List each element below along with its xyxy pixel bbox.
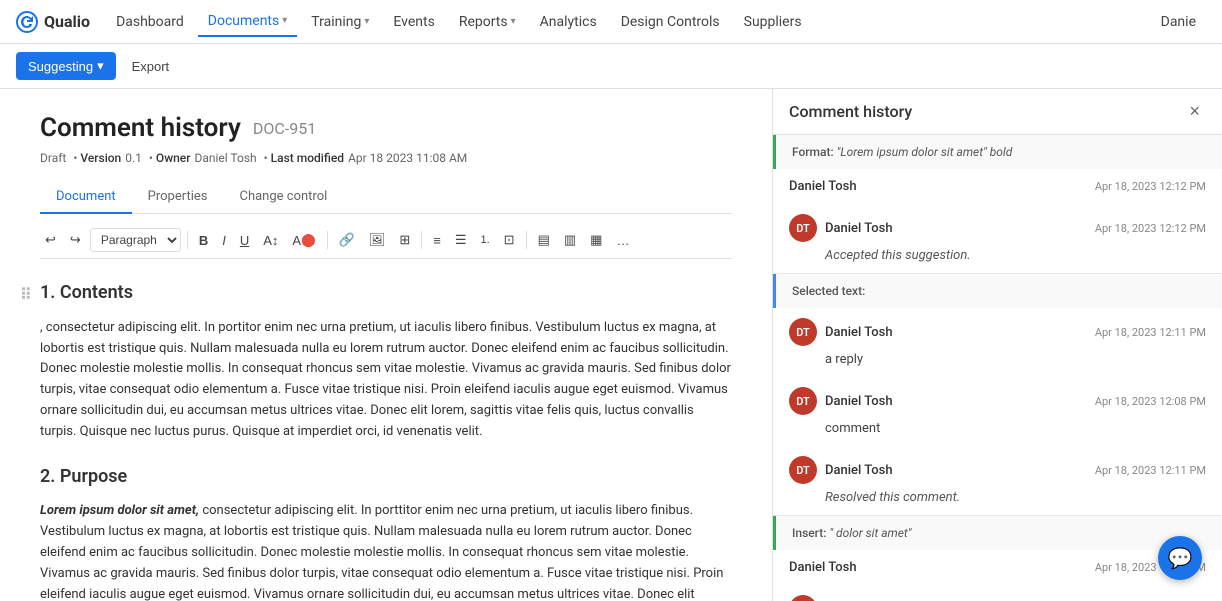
comment-section-insert: Insert: " dolor sit amet" Daniel Tosh Ap… <box>773 516 1222 601</box>
avatar: DT <box>789 318 817 346</box>
avatar: DT <box>789 214 817 242</box>
comment-entry-header: DT Daniel Tosh Apr 18, 2023 12:11 PM <box>789 318 1206 346</box>
tab-change-control[interactable]: Change control <box>223 181 343 214</box>
comment-entry: DT Daniel Tosh Apr 18, 2023 12:11 PM a r… <box>773 308 1222 377</box>
nav-events[interactable]: Events <box>383 8 444 36</box>
bold-button[interactable]: B <box>194 230 213 251</box>
table-button[interactable]: ⊞ <box>394 229 415 251</box>
underline-button[interactable]: U <box>235 230 254 251</box>
ordered-list-button[interactable]: 1. <box>475 231 494 249</box>
section-heading-2: 2. Purpose <box>40 463 732 492</box>
comment-entry-header: DT Daniel Tosh Apr 18, 2023 12:11 PM <box>789 595 1206 601</box>
undo-button[interactable]: ↩ <box>40 229 61 251</box>
nav-user[interactable]: Danie <box>1151 8 1206 36</box>
avatar: DT <box>789 387 817 415</box>
comment-section-format: Format: "Lorem ipsum dolor sit amet" bol… <box>773 135 1222 274</box>
logo-text: Qualio <box>44 12 90 31</box>
avatar: DT <box>789 456 817 484</box>
align-left-button[interactable]: ≡ <box>428 230 446 251</box>
indent-button[interactable]: ⊡ <box>499 229 520 251</box>
page-toolbar: Suggesting ▾ Export <box>0 44 1222 89</box>
comment-entry-header: DT Daniel Tosh Apr 18, 2023 12:12 PM <box>789 214 1206 242</box>
comment-section-selected-text: Selected text: DT Daniel Tosh Apr 18, 20… <box>773 274 1222 516</box>
italic-button[interactable]: I <box>217 230 231 251</box>
grid-button[interactable]: ▦ <box>585 229 607 251</box>
chevron-down-icon: ▾ <box>282 15 287 26</box>
more-button[interactable]: … <box>611 230 634 251</box>
document-meta: Draft • Version 0.1 • Owner Daniel Tosh … <box>40 151 732 165</box>
content-paragraph-1: , consectetur adipiscing elit. In portit… <box>40 318 732 443</box>
editor-toolbar: ↩ ↪ Paragraph Heading 1 Heading 2 B I U … <box>40 222 732 259</box>
comment-list: Format: "Lorem ipsum dolor sit amet" bol… <box>773 135 1222 601</box>
content-paragraph-2: Lorem ipsum dolor sit amet, consectetur … <box>40 501 732 601</box>
drag-handle-icon: ⠿ <box>20 282 32 308</box>
comment-section-insert-top: Daniel Tosh Apr 18, 2023 12:11 PM <box>773 550 1222 585</box>
nav-design-controls[interactable]: Design Controls <box>611 8 730 36</box>
tab-document[interactable]: Document <box>40 181 132 214</box>
comment-panel-title: Comment history <box>789 102 912 121</box>
document-id: DOC-951 <box>253 119 316 138</box>
list-button[interactable]: ☰ <box>450 229 472 251</box>
chevron-down-icon: ▾ <box>97 58 104 74</box>
comment-history-panel: Comment history × Format: "Lorem ipsum d… <box>772 89 1222 601</box>
suggesting-button[interactable]: Suggesting ▾ <box>16 52 116 80</box>
image-button[interactable]: 🖼 <box>364 229 391 251</box>
document-content: ⠿ 1. Contents , consectetur adipiscing e… <box>40 279 732 601</box>
logo[interactable]: Qualio <box>16 11 90 33</box>
comment-section-insert-header: Insert: " dolor sit amet" <box>773 516 1222 550</box>
comment-body: comment <box>789 421 1206 436</box>
redo-button[interactable]: ↪ <box>65 229 86 251</box>
nav-suppliers[interactable]: Suppliers <box>734 8 812 36</box>
nav-documents[interactable]: Documents ▾ <box>198 7 298 37</box>
comment-entry-header: DT Daniel Tosh Apr 18, 2023 12:11 PM <box>789 456 1206 484</box>
link-button[interactable]: 🔗 <box>334 229 360 251</box>
comment-entry: DT Daniel Tosh Apr 18, 2023 12:11 PM Res… <box>773 446 1222 515</box>
comment-section-selected-header: Selected text: <box>773 274 1222 308</box>
separator <box>187 231 188 249</box>
close-button[interactable]: × <box>1183 99 1206 124</box>
comment-body: Accepted this suggestion. <box>789 248 1206 263</box>
chevron-down-icon: ▾ <box>364 16 369 27</box>
nav-training[interactable]: Training ▾ <box>301 8 379 36</box>
main-layout: Comment history DOC-951 Draft • Version … <box>0 89 1222 601</box>
align-right-button[interactable]: ▥ <box>559 229 581 251</box>
separator <box>327 231 328 249</box>
section-heading-1: ⠿ 1. Contents <box>40 279 732 308</box>
comment-body: Resolved this comment. <box>789 490 1206 505</box>
comment-section-format-header: Format: "Lorem ipsum dolor sit amet" bol… <box>773 135 1222 169</box>
comment-entry-header: DT Daniel Tosh Apr 18, 2023 12:08 PM <box>789 387 1206 415</box>
separator <box>421 231 422 249</box>
separator <box>526 231 527 249</box>
comment-entry: DT Daniel Tosh Apr 18, 2023 12:08 PM com… <box>773 377 1222 446</box>
comment-entry: DT Daniel Tosh Apr 18, 2023 12:11 PM A c… <box>773 585 1222 601</box>
tab-properties[interactable]: Properties <box>132 181 224 214</box>
comment-panel-header: Comment history × <box>773 89 1222 135</box>
align-left2-button[interactable]: ▤ <box>533 229 555 251</box>
chevron-down-icon: ▾ <box>511 16 516 27</box>
nav-dashboard[interactable]: Dashboard <box>106 8 194 36</box>
document-title: Comment history DOC-951 <box>40 113 732 143</box>
comment-body: a reply <box>789 352 1206 367</box>
comment-section-format-top: Daniel Tosh Apr 18, 2023 12:12 PM <box>773 169 1222 204</box>
font-color-button[interactable]: A⬤ <box>287 229 320 251</box>
font-size-button[interactable]: A↕ <box>258 230 283 251</box>
nav-reports[interactable]: Reports ▾ <box>449 8 526 36</box>
export-button[interactable]: Export <box>124 53 178 80</box>
document-tabs: Document Properties Change control <box>40 181 732 214</box>
comment-entry: DT Daniel Tosh Apr 18, 2023 12:12 PM Acc… <box>773 204 1222 273</box>
nav-analytics[interactable]: Analytics <box>530 8 607 36</box>
chat-button[interactable]: 💬 <box>1158 536 1202 580</box>
navbar: Qualio Dashboard Documents ▾ Training ▾ … <box>0 0 1222 44</box>
logo-icon <box>16 11 38 33</box>
paragraph-select[interactable]: Paragraph Heading 1 Heading 2 <box>90 228 181 252</box>
document-panel: Comment history DOC-951 Draft • Version … <box>0 89 772 601</box>
avatar: DT <box>789 595 817 601</box>
